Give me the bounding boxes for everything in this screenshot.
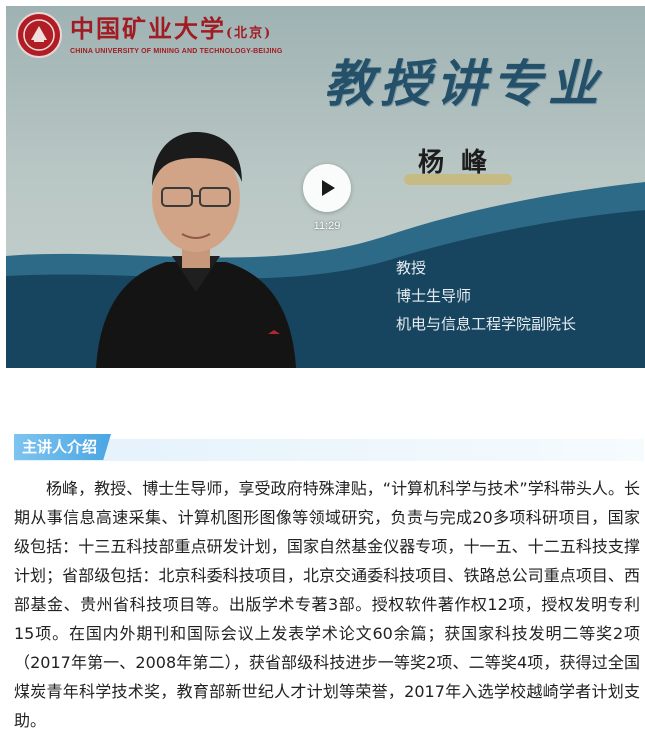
university-name-en: CHINA UNIVERSITY OF MINING AND TECHNOLOG… xyxy=(70,48,283,55)
section-header: 主讲人介绍 xyxy=(14,433,644,465)
speaker-title-2: 博士生导师 xyxy=(396,287,472,305)
speaker-title-1: 教授 xyxy=(396,259,427,277)
speaker-titles: 教授 博士生导师 机电与信息工程学院副院长 xyxy=(396,254,576,338)
video-slogan: 教授讲专业 xyxy=(324,54,604,113)
university-seal-icon xyxy=(16,12,62,58)
university-name-cn: 中国矿业大学(北京) xyxy=(70,14,273,43)
play-button[interactable] xyxy=(303,164,351,212)
video-duration: 11:29 xyxy=(313,220,341,232)
university-logo: 中国矿业大学(北京) CHINA UNIVERSITY OF MINING AN… xyxy=(16,12,283,58)
speaker-photo xyxy=(96,132,296,368)
speaker-title-3: 机电与信息工程学院副院长 xyxy=(396,315,577,333)
play-icon xyxy=(322,180,335,196)
section-title: 主讲人介绍 xyxy=(14,434,112,460)
speaker-name-underline xyxy=(404,174,512,185)
video-player[interactable]: 中国矿业大学(北京) CHINA UNIVERSITY OF MINING AN… xyxy=(6,6,645,368)
speaker-bio: 杨峰，教授、博士生导师，享受政府特殊津贴，“计算机科学与技术”学科带头人。长期从… xyxy=(14,479,640,730)
